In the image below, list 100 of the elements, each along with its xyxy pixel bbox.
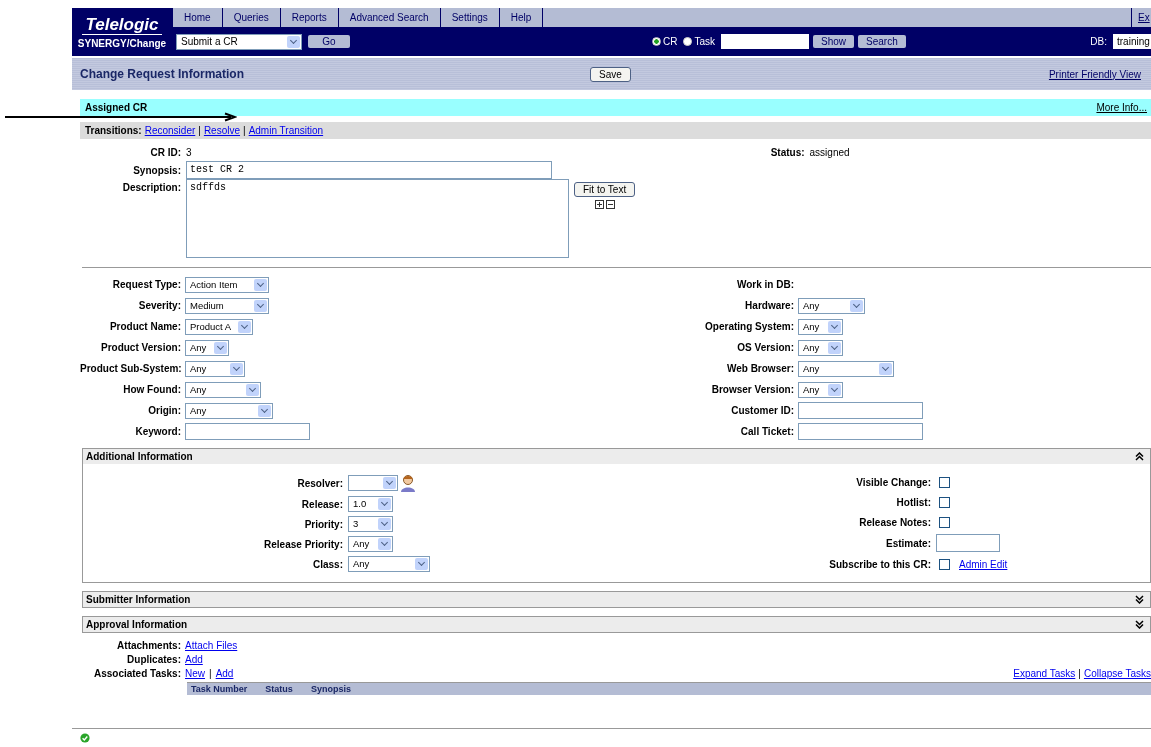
field-label: Description: <box>121 182 181 193</box>
search-field[interactable] <box>721 34 809 49</box>
product-name: SYNERGY/Change <box>77 37 167 49</box>
section-title: Approval Information <box>86 619 188 630</box>
description-field[interactable]: sdffds <box>186 179 569 258</box>
field-label: Duplicates: <box>126 654 181 665</box>
select-field[interactable]: Any <box>185 381 261 398</box>
select-field[interactable]: Medium <box>185 297 269 314</box>
checkbox[interactable] <box>939 516 950 528</box>
select-field[interactable]: Any <box>348 536 393 552</box>
select-field[interactable]: Action Item <box>185 276 269 293</box>
save-button[interactable]: Save <box>590 66 631 82</box>
synopsis-field[interactable]: test CR 2 <box>186 161 552 179</box>
field-label: Product Sub-System: <box>80 363 181 374</box>
column-header: Synopsis <box>310 684 351 694</box>
field-label: Operating System: <box>704 321 794 332</box>
field-label: Hardware: <box>744 300 794 311</box>
field-label: Request Type: <box>111 279 181 290</box>
transition-link[interactable]: Admin Transition <box>248 125 324 136</box>
field-label: CR ID: <box>149 147 181 158</box>
nav-tab[interactable]: Reports <box>280 8 339 27</box>
link-separator: | <box>1078 668 1081 679</box>
db-label: DB: <box>1090 36 1107 47</box>
nav-tab[interactable]: Advanced Search <box>338 8 441 27</box>
select-field[interactable]: 1.0 <box>348 496 393 512</box>
select-field[interactable]: Any <box>798 339 843 356</box>
db-field[interactable]: training <box>1113 34 1151 49</box>
page-title: Change Request Information <box>80 67 245 81</box>
radio-label: CR <box>663 36 678 47</box>
field-label: Product Version: <box>100 342 181 353</box>
action-select[interactable]: Submit a CR <box>176 33 302 50</box>
field-label: Visible Change: <box>855 476 931 488</box>
nav-tab[interactable]: Queries <box>222 8 281 27</box>
field-value: 3 <box>186 147 192 158</box>
field-label: Customer ID: <box>730 405 794 416</box>
transition-link[interactable]: Resolve <box>203 125 241 136</box>
text-field[interactable] <box>936 534 1000 552</box>
column-header: Task Number <box>191 684 248 694</box>
field-label: Class: <box>312 558 343 570</box>
nav-tab[interactable]: Help <box>499 8 544 27</box>
checkbox[interactable] <box>939 496 950 508</box>
field-label: Work in DB: <box>735 279 794 290</box>
checkbox[interactable] <box>939 558 950 570</box>
text-field[interactable] <box>185 423 310 440</box>
toggle-chevron-icon[interactable] <box>1135 595 1144 604</box>
select-field[interactable] <box>348 475 398 491</box>
select-field[interactable]: Any <box>798 318 843 335</box>
search-button[interactable]: Search <box>858 35 906 48</box>
state-title: Assigned CR <box>85 102 148 113</box>
go-button[interactable]: Go <box>308 35 350 48</box>
field-label: Resolver: <box>296 477 343 489</box>
text-field[interactable] <box>798 423 923 440</box>
printer-friendly-link[interactable]: Printer Friendly View <box>1048 68 1141 80</box>
admin-edit-link[interactable]: Admin Edit <box>959 558 1008 570</box>
nav-tab[interactable]: Settings <box>440 8 500 27</box>
radio-button[interactable] <box>683 37 693 46</box>
field-label: Origin: <box>147 405 181 416</box>
exit-tab[interactable]: Ex <box>1132 8 1151 27</box>
fit-to-text-button[interactable]: Fit to Text <box>574 182 636 197</box>
select-field[interactable]: 3 <box>348 516 393 532</box>
toggle-chevron-icon[interactable] <box>1135 620 1144 629</box>
field-label: Browser Version: <box>710 384 794 395</box>
select-field[interactable]: Any <box>185 339 229 356</box>
field-label: Status: <box>769 147 805 158</box>
field-label: Priority: <box>303 518 343 530</box>
action-link[interactable]: New <box>185 668 205 679</box>
show-button[interactable]: Show <box>813 35 855 48</box>
column-header: Status <box>265 684 293 694</box>
action-link[interactable]: Add <box>215 668 234 679</box>
task-toggle-link[interactable]: Collapse Tasks <box>1083 668 1151 679</box>
radio-button[interactable] <box>652 37 661 46</box>
task-toggle-link[interactable]: Expand Tasks <box>1013 668 1076 679</box>
select-field[interactable]: Any <box>798 381 843 398</box>
select-field[interactable]: Any <box>798 297 865 314</box>
checkbox[interactable] <box>939 476 950 488</box>
radio-label: Task <box>694 36 715 47</box>
select-field[interactable]: Any <box>348 556 430 572</box>
field-label: Associated Tasks: <box>92 668 181 679</box>
logo[interactable]: Telelogic <box>82 15 162 35</box>
transitions-label: Transitions: <box>85 125 142 136</box>
field-label: Release Priority: <box>263 538 343 550</box>
nav-tab[interactable]: Home <box>173 8 223 27</box>
field-label: Web Browser: <box>725 363 794 374</box>
collapse-icon[interactable] <box>605 200 615 209</box>
field-label: How Found: <box>122 384 181 395</box>
person-icon[interactable] <box>400 474 416 492</box>
field-label: Estimate: <box>885 537 931 549</box>
check-icon <box>80 733 90 743</box>
select-field[interactable]: Any <box>185 360 245 377</box>
action-link[interactable]: Attach Files <box>185 640 238 651</box>
select-field[interactable]: Any <box>798 360 894 377</box>
text-field[interactable] <box>798 402 923 419</box>
toggle-chevron-icon[interactable] <box>1135 452 1144 461</box>
action-link[interactable]: Add <box>185 654 203 665</box>
field-label: OS Version: <box>736 342 794 353</box>
expand-icon[interactable] <box>594 200 604 209</box>
select-field[interactable]: Product A <box>185 318 253 335</box>
select-field[interactable]: Any <box>185 402 273 419</box>
transition-link[interactable]: Reconsider <box>144 125 196 136</box>
more-info-link[interactable]: More Info... <box>1096 102 1147 113</box>
